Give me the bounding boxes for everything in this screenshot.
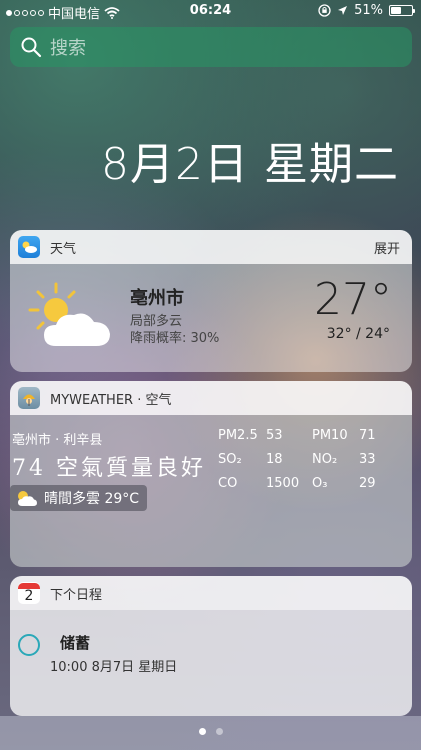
- page-dot[interactable]: [215, 728, 223, 735]
- pollutant-name: PM2.5: [218, 428, 258, 443]
- weather-rain-chance: 降雨概率: 30%: [130, 331, 220, 346]
- search-icon: [21, 37, 42, 58]
- calendar-app-icon: 2: [18, 582, 40, 604]
- rotation-lock-icon: [318, 4, 331, 17]
- pollutant-value: 33: [359, 452, 376, 467]
- battery-percent: 51%: [354, 3, 383, 18]
- weather-widget[interactable]: 天气 展开 亳州市 局部多云 降雨概率: 30% 27° 32° / 24°: [10, 230, 412, 372]
- weather-widget-title: 天气: [50, 241, 77, 257]
- myweather-widget-title: MYWEATHER · 空气: [50, 392, 172, 408]
- current-conditions-text: 晴間多雲 29°C: [44, 491, 140, 507]
- calendar-widget[interactable]: 2 下个日程 储蓄 10:00 8月7日 星期日: [10, 576, 412, 716]
- weather-app-icon: [18, 236, 40, 258]
- page-indicator[interactable]: [0, 728, 421, 735]
- calendar-widget-title: 下个日程: [50, 587, 103, 603]
- weather-temperature: 27°: [314, 274, 392, 325]
- partly-cloudy-small-icon: [18, 491, 37, 506]
- calendar-widget-body[interactable]: 储蓄 10:00 8月7日 星期日: [10, 610, 412, 716]
- weather-widget-body: 亳州市 局部多云 降雨概率: 30% 27° 32° / 24°: [10, 264, 412, 372]
- event-title: 储蓄: [60, 634, 91, 652]
- pollutant-name: NO₂: [312, 452, 338, 467]
- pollutant-name: CO: [218, 476, 238, 491]
- partly-cloudy-icon: [28, 282, 110, 346]
- date-heading: 8月2日 星期二: [101, 139, 399, 190]
- pollutant-value: 29: [359, 476, 376, 491]
- pollutant-value: 18: [266, 452, 283, 467]
- pollutant-value: 1500: [266, 476, 300, 491]
- myweather-app-icon: [18, 387, 40, 409]
- status-bar: 中国电信 06:24 51%: [0, 0, 421, 22]
- status-right: 51%: [318, 3, 415, 18]
- current-conditions: 晴間多雲 29°C: [10, 485, 148, 511]
- myweather-widget-body: 亳州市 · 利辛县 74 空氣質量良好 晴間多雲 29°C PM2.5 53 S…: [10, 415, 412, 567]
- pollutant-name: SO₂: [218, 452, 242, 467]
- air-location: 亳州市 · 利辛县: [12, 433, 103, 448]
- event-time: 10:00 8月7日 星期日: [50, 660, 178, 675]
- page-dot-active[interactable]: [198, 728, 206, 735]
- myweather-widget-header: MYWEATHER · 空气: [10, 381, 412, 415]
- battery-icon: [389, 5, 415, 16]
- search-placeholder: 搜索: [50, 38, 86, 59]
- pollutant-value: 71: [359, 428, 376, 443]
- location-arrow-icon: [338, 6, 348, 15]
- pollutant-name: PM10: [312, 428, 348, 443]
- air-quality-index: 74 空氣質量良好: [12, 456, 206, 481]
- expand-button[interactable]: 展开: [374, 238, 400, 257]
- calendar-widget-header: 2 下个日程: [10, 576, 412, 610]
- myweather-widget[interactable]: MYWEATHER · 空气 亳州市 · 利辛县 74 空氣質量良好 晴間多雲 …: [10, 381, 412, 567]
- pollutant-value: 53: [266, 428, 283, 443]
- weather-high-low: 32° / 24°: [326, 326, 390, 342]
- weather-widget-header: 天气 展开: [10, 230, 412, 264]
- event-color-ring-icon: [18, 634, 40, 656]
- weather-city: 亳州市: [130, 288, 184, 309]
- calendar-icon-day: 2: [24, 588, 34, 604]
- search-bar[interactable]: 搜索: [10, 27, 412, 67]
- pollutant-name: O₃: [312, 476, 328, 491]
